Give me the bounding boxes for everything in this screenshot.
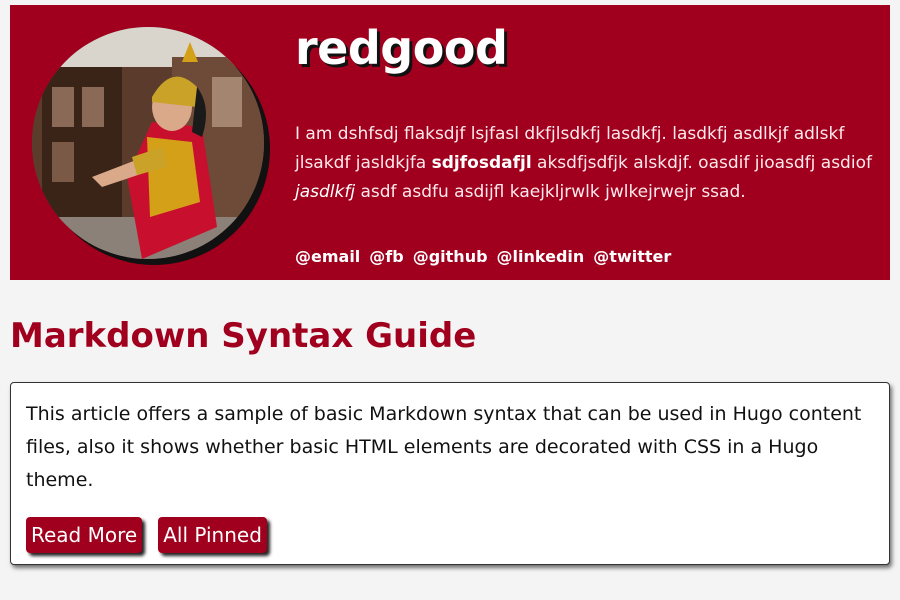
github-link[interactable]: @github bbox=[413, 247, 488, 266]
article-card: This article offers a sample of basic Ma… bbox=[10, 382, 890, 565]
bio-part3: asdf asdfu asdijfl kaejkljrwlk jwlkejrwe… bbox=[355, 182, 746, 202]
profile-photo bbox=[32, 27, 264, 259]
linkedin-link[interactable]: @linkedin bbox=[497, 247, 585, 266]
article-actions: Read More All Pinned bbox=[26, 517, 267, 553]
article-summary: This article offers a sample of basic Ma… bbox=[26, 403, 862, 491]
avatar bbox=[32, 27, 264, 259]
bio-part2: aksdfjsdfjk alskdjf. oasdif jioasdfj asd… bbox=[531, 153, 872, 173]
read-more-button[interactable]: Read More bbox=[26, 517, 143, 553]
profile-header: redgood I am dshfsdj flaksdjf lsjfasl dk… bbox=[10, 5, 890, 280]
all-pinned-button[interactable]: All Pinned bbox=[158, 517, 267, 553]
bio-text: I am dshfsdj flaksdjf lsjfasl dkfjlsdkfj… bbox=[295, 120, 880, 207]
fb-link[interactable]: @fb bbox=[369, 247, 403, 266]
bio-italic: jasdlkfj bbox=[295, 182, 356, 202]
twitter-link[interactable]: @twitter bbox=[593, 247, 671, 266]
site-title: redgood bbox=[295, 21, 508, 75]
email-link[interactable]: @email bbox=[295, 247, 360, 266]
article-title[interactable]: Markdown Syntax Guide bbox=[10, 317, 476, 355]
social-links: @email @fb @github @linkedin @twitter bbox=[295, 247, 671, 266]
bio-bold: sdjfosdafjl bbox=[431, 153, 532, 173]
